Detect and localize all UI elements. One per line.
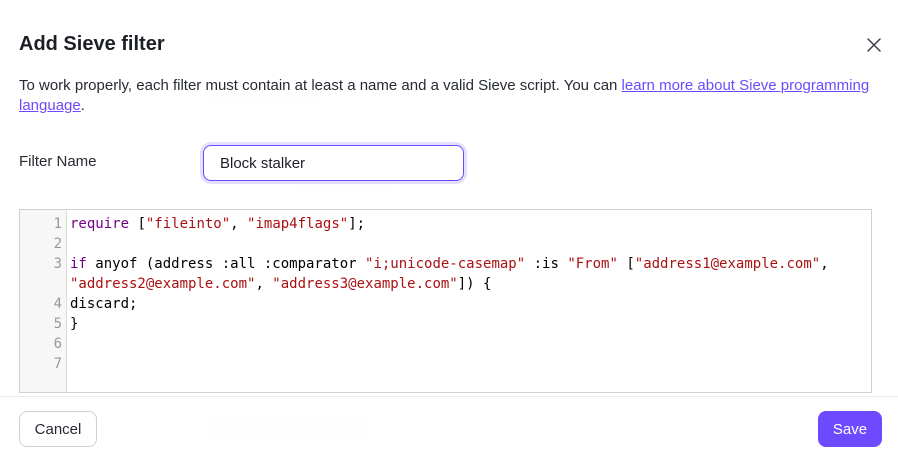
code-text: ,	[230, 216, 248, 232]
line-number: 3	[53, 256, 62, 272]
line-number: 1	[53, 216, 62, 232]
line-number: 6	[53, 336, 62, 352]
sieve-script-editor[interactable]: 1 2 3 4 5 6 7 require ["fileinto", "imap…	[19, 209, 872, 393]
intro-text: To work properly, each filter must conta…	[19, 76, 879, 116]
code-text: :is	[525, 256, 568, 272]
code-line: }	[70, 316, 79, 332]
line-number: 4	[53, 296, 62, 312]
code-line-wrapped: "address2@example.com", "address3@exampl…	[70, 274, 491, 294]
code-string: "address2@example.com"	[70, 276, 256, 292]
code-text: ]) {	[457, 276, 492, 292]
code-string: "i;unicode-casemap"	[365, 256, 526, 272]
filter-name-label: Filter Name	[19, 153, 97, 170]
code-line: discard;	[70, 296, 138, 312]
code-string: "From"	[567, 256, 618, 272]
code-string: "fileinto"	[145, 216, 231, 232]
filter-name-input[interactable]	[203, 145, 464, 181]
add-sieve-filter-modal: Add Sieve filter To work properly, each …	[0, 0, 898, 457]
code-string: "address1@example.com"	[634, 256, 821, 272]
code-text: ];	[348, 216, 366, 232]
code-string: "address3@example.com"	[272, 276, 458, 292]
code-keyword: if	[70, 256, 87, 272]
intro-text-end: .	[80, 97, 85, 114]
line-number: 2	[53, 236, 62, 252]
code-text: ,	[820, 256, 829, 272]
close-button[interactable]	[860, 31, 888, 59]
code-text: ,	[255, 276, 273, 292]
line-number-gutter: 1 2 3 4 5 6 7	[20, 210, 67, 392]
close-icon	[867, 38, 881, 52]
code-text: anyof (address :all :comparator	[86, 256, 366, 272]
save-button[interactable]: Save	[818, 411, 882, 447]
line-number: 5	[53, 316, 62, 332]
code-text: [	[129, 216, 146, 232]
modal-title: Add Sieve filter	[19, 33, 165, 55]
code-line: if anyof (address :all :comparator "i;un…	[70, 254, 829, 274]
code-string: "imap4flags"	[247, 216, 349, 232]
cancel-button[interactable]: Cancel	[19, 411, 97, 447]
intro-text-body: To work properly, each filter must conta…	[19, 77, 622, 94]
code-text: [	[617, 256, 635, 272]
code-line: require ["fileinto", "imap4flags"];	[70, 214, 365, 234]
line-number: 7	[53, 356, 62, 372]
code-keyword: require	[70, 216, 130, 232]
footer-divider	[0, 396, 898, 397]
